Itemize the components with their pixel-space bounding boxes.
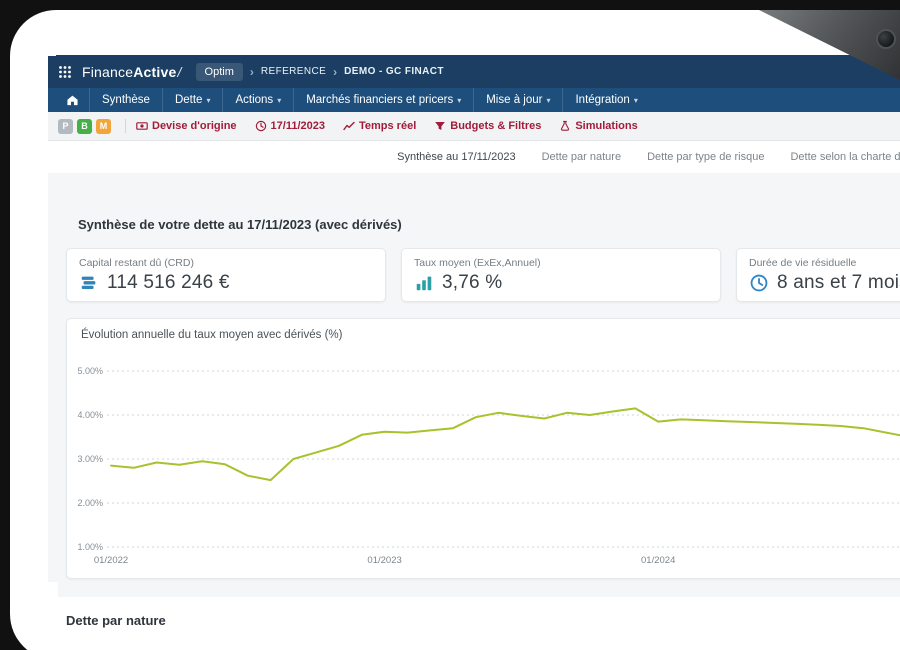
dette-par-nature-section: Dette par nature [48, 597, 900, 650]
main-nav: Synthèse Dette▾ Actions▾ Marchés financi… [48, 88, 900, 112]
app-window: FinanceActive/ Optim › REFERENCE › DEMO … [48, 55, 900, 650]
chevron-down-icon: ▾ [277, 96, 281, 105]
funnel-icon [434, 120, 446, 132]
svg-text:4.00%: 4.00% [77, 410, 103, 420]
coin-stack-icon [79, 273, 99, 293]
finance-active-logo: FinanceActive/ [82, 64, 182, 80]
svg-text:01/2024: 01/2024 [641, 555, 675, 566]
svg-text:2.00%: 2.00% [77, 498, 103, 508]
trend-icon [343, 120, 355, 132]
toolbar-date[interactable]: 17/11/2023 [255, 120, 325, 132]
toolbar-temps-reel[interactable]: Temps réel [343, 120, 416, 132]
kpi-card-capital-restant-du: Capital restant dû (CRD) 114 516 246 € [66, 248, 386, 302]
nav-item-dette[interactable]: Dette▾ [162, 88, 223, 112]
chevron-down-icon: ▾ [634, 96, 638, 105]
device-camera [876, 29, 896, 49]
rate-evolution-card: Évolution annuelle du taux moyen avec dé… [66, 318, 900, 579]
svg-text:01/2023: 01/2023 [367, 555, 401, 566]
toolbar-divider [125, 119, 126, 133]
summary-title: Synthèse de votre dette au 17/11/2023 (a… [78, 217, 900, 232]
breadcrumb-separator: › [333, 65, 337, 79]
kpi-card-duree-de-vie: Durée de vie résiduelle 8 ans et 7 mois [736, 248, 900, 302]
toolbar-devise-origine[interactable]: Devise d'origine [136, 120, 237, 132]
toolbar-simulations[interactable]: Simulations [559, 120, 637, 132]
device-bezel-top [0, 0, 900, 10]
device-bezel-left [0, 0, 10, 650]
filters-toolbar: P B M Devise d'origine 17/11/2023 Temps … [48, 112, 900, 141]
flask-icon [559, 120, 571, 132]
top-bar: FinanceActive/ Optim › REFERENCE › DEMO … [48, 55, 900, 88]
chip-p[interactable]: P [58, 119, 73, 134]
kpi-label: Taux moyen (ExEx,Annuel) [414, 257, 708, 269]
product-name[interactable]: Optim [196, 63, 243, 81]
chip-m[interactable]: M [96, 119, 111, 134]
chevron-down-icon: ▾ [457, 96, 461, 105]
main-content: Synthèse de votre dette au 17/11/2023 (a… [48, 173, 900, 650]
toolbar-items: Devise d'origine 17/11/2023 Temps réel B… [136, 120, 656, 132]
kpi-label: Capital restant dû (CRD) [79, 257, 373, 269]
tab-dette-charte-bonne-conduite[interactable]: Dette selon la charte de bonne co [790, 151, 900, 163]
kpi-value: 8 ans et 7 mois [777, 272, 900, 294]
kpi-cards-row: Capital restant dû (CRD) 114 516 246 € T… [66, 248, 900, 302]
svg-text:01/2022: 01/2022 [94, 555, 128, 566]
kpi-value: 3,76 % [442, 272, 502, 294]
nav-item-synthese[interactable]: Synthèse [89, 88, 162, 112]
toolbar-budgets-filtres[interactable]: Budgets & Filtres [434, 120, 541, 132]
nav-item-actions[interactable]: Actions▾ [222, 88, 293, 112]
tab-synthese-au-17-11-2023[interactable]: Synthèse au 17/11/2023 [397, 151, 515, 163]
bar-chart-icon [414, 273, 434, 293]
nav-item-integration[interactable]: Intégration▾ [562, 88, 649, 112]
kpi-label: Durée de vie résiduelle [749, 257, 900, 269]
clock-icon [255, 120, 267, 132]
svg-text:3.00%: 3.00% [77, 454, 103, 464]
home-icon[interactable] [56, 88, 89, 112]
breadcrumb-separator: › [250, 65, 254, 79]
nav-item-marches-financiers[interactable]: Marchés financiers et pricers▾ [293, 88, 473, 112]
chevron-down-icon: ▾ [206, 96, 210, 105]
breadcrumb-entity[interactable]: DEMO - GC FINACT [344, 66, 444, 77]
svg-text:5.00%: 5.00% [77, 366, 103, 376]
kpi-value: 114 516 246 € [107, 272, 230, 294]
section-title-dette-par-nature: Dette par nature [66, 613, 900, 628]
tab-dette-par-nature[interactable]: Dette par nature [542, 151, 622, 163]
chevron-down-icon: ▾ [546, 96, 550, 105]
clock-icon [749, 273, 769, 293]
chart-title: Évolution annuelle du taux moyen avec dé… [67, 329, 900, 341]
tab-dette-par-type-de-risque[interactable]: Dette par type de risque [647, 151, 764, 163]
svg-text:1.00%: 1.00% [77, 542, 103, 552]
rate-line-chart: 5.00% 4.00% 3.00% 2.00% 1.00% 01/2022 01/2023 0… [67, 345, 900, 569]
chip-b[interactable]: B [77, 119, 92, 134]
breadcrumb-reference[interactable]: REFERENCE [261, 66, 326, 77]
nav-item-mise-a-jour[interactable]: Mise à jour▾ [473, 88, 562, 112]
apps-grid-icon[interactable] [58, 65, 72, 79]
kpi-card-taux-moyen: Taux moyen (ExEx,Annuel) 3,76 % [401, 248, 721, 302]
banknote-icon [136, 120, 148, 132]
report-tabs: Synthèse au 17/11/2023 Dette par nature … [48, 141, 900, 173]
device-frame: FinanceActive/ Optim › REFERENCE › DEMO … [0, 0, 900, 650]
